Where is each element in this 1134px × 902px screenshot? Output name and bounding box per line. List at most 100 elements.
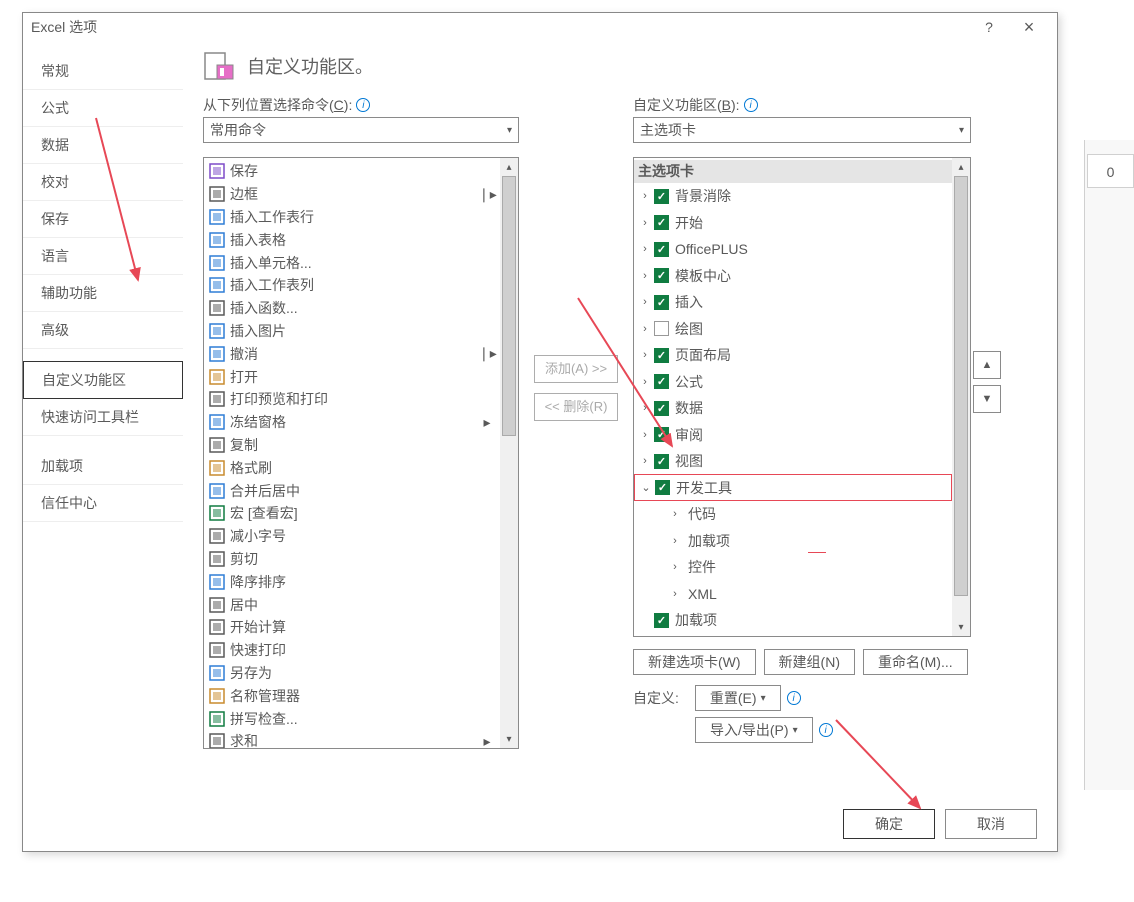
add-button[interactable]: 添加(A) >> <box>534 355 618 383</box>
info-icon[interactable]: i <box>819 723 833 737</box>
checkbox[interactable] <box>654 268 669 283</box>
command-item[interactable]: 打印预览和打印 <box>204 388 500 411</box>
command-item[interactable]: 求和▸ <box>204 730 500 748</box>
expand-toggle[interactable]: › <box>638 402 652 414</box>
expand-toggle[interactable]: ⌄ <box>639 481 653 494</box>
cancel-button[interactable]: 取消 <box>945 809 1037 839</box>
expand-toggle[interactable]: › <box>638 217 652 229</box>
command-item[interactable]: 插入表格 <box>204 228 500 251</box>
command-item[interactable]: 打开 <box>204 365 500 388</box>
tree-node[interactable]: ›审阅 <box>634 421 952 448</box>
expand-toggle[interactable]: › <box>638 429 652 441</box>
checkbox[interactable] <box>654 454 669 469</box>
help-button[interactable]: ? <box>969 15 1009 39</box>
command-item[interactable]: 开始计算 <box>204 616 500 639</box>
command-item[interactable]: 冻结窗格▸ <box>204 411 500 434</box>
tree-node[interactable]: ⌄开发工具 <box>634 474 952 501</box>
ribbon-treeview[interactable]: 主选项卡›背景消除›开始›OfficePLUS›模板中心›插入›绘图›页面布局›… <box>633 157 971 637</box>
command-item[interactable]: 插入函数... <box>204 297 500 320</box>
move-up-button[interactable]: ▲ <box>973 351 1001 379</box>
checkbox[interactable] <box>654 374 669 389</box>
tree-node[interactable]: ›开始 <box>634 209 952 236</box>
new-group-button[interactable]: 新建组(N) <box>764 649 855 675</box>
checkbox[interactable] <box>654 215 669 230</box>
command-item[interactable]: 边框❘▸ <box>204 183 500 206</box>
command-item[interactable]: 拼写检查... <box>204 707 500 730</box>
sidebar-item-0[interactable]: 常规 <box>23 53 183 90</box>
command-item[interactable]: 快速打印 <box>204 639 500 662</box>
tree-node[interactable]: ›模板中心 <box>634 262 952 289</box>
expand-toggle[interactable]: › <box>638 190 652 202</box>
sidebar-item-1[interactable]: 公式 <box>23 90 183 127</box>
checkbox[interactable] <box>654 613 669 628</box>
command-item[interactable]: 合并后居中 <box>204 479 500 502</box>
checkbox[interactable] <box>654 401 669 416</box>
command-item[interactable]: 宏 [查看宏] <box>204 502 500 525</box>
tree-node[interactable]: ›PDF工具箱 <box>634 633 952 636</box>
checkbox[interactable] <box>654 348 669 363</box>
expand-toggle[interactable]: › <box>668 508 682 520</box>
command-item[interactable]: 居中 <box>204 593 500 616</box>
command-item[interactable]: 插入单元格... <box>204 251 500 274</box>
scrollbar[interactable]: ▴ ▾ <box>500 158 518 748</box>
expand-toggle[interactable]: › <box>638 243 652 255</box>
info-icon[interactable]: i <box>787 691 801 705</box>
submenu-icon[interactable]: ▸ <box>478 414 496 431</box>
tree-node[interactable]: ›OfficePLUS <box>634 236 952 263</box>
reset-button[interactable]: 重置(E)▾ <box>695 685 781 711</box>
commands-listbox[interactable]: 保存边框❘▸插入工作表行插入表格插入单元格...插入工作表列插入函数...插入图… <box>203 157 519 749</box>
new-tab-button[interactable]: 新建选项卡(W) <box>633 649 756 675</box>
expand-toggle[interactable]: › <box>668 535 682 547</box>
remove-button[interactable]: << 删除(R) <box>534 393 618 421</box>
expand-icon[interactable]: ❘▸ <box>478 345 496 362</box>
import-export-button[interactable]: 导入/导出(P)▾ <box>695 717 813 743</box>
checkbox[interactable] <box>655 480 670 495</box>
tree-node[interactable]: ›页面布局 <box>634 342 952 369</box>
tree-node[interactable]: ›公式 <box>634 368 952 395</box>
sidebar-item-2[interactable]: 数据 <box>23 127 183 164</box>
expand-toggle[interactable]: › <box>668 588 682 600</box>
command-item[interactable]: 插入工作表列 <box>204 274 500 297</box>
choose-commands-combo[interactable]: 常用命令▾ <box>203 117 519 143</box>
checkbox[interactable] <box>654 242 669 257</box>
sidebar-item-6[interactable]: 辅助功能 <box>23 275 183 312</box>
command-item[interactable]: 撤消❘▸ <box>204 342 500 365</box>
command-item[interactable]: 名称管理器 <box>204 684 500 707</box>
sidebar-item-3[interactable]: 校对 <box>23 164 183 201</box>
ok-button[interactable]: 确定 <box>843 809 935 839</box>
expand-toggle[interactable]: › <box>638 349 652 361</box>
sidebar-item-11[interactable]: 信任中心 <box>23 485 183 522</box>
tree-node[interactable]: ›插入 <box>634 289 952 316</box>
tree-node[interactable]: ›代码 <box>634 501 952 528</box>
command-item[interactable]: 插入图片 <box>204 320 500 343</box>
rename-button[interactable]: 重命名(M)... <box>863 649 968 675</box>
checkbox[interactable] <box>654 321 669 336</box>
checkbox[interactable] <box>654 189 669 204</box>
tree-node[interactable]: ›绘图 <box>634 315 952 342</box>
command-item[interactable]: 减小字号 <box>204 525 500 548</box>
sidebar-item-8[interactable]: 自定义功能区 <box>23 361 183 399</box>
expand-toggle[interactable]: › <box>638 323 652 335</box>
expand-toggle[interactable]: › <box>638 296 652 308</box>
command-item[interactable]: 复制 <box>204 434 500 457</box>
tree-node[interactable]: ›加载项 <box>634 527 952 554</box>
command-item[interactable]: 格式刷 <box>204 456 500 479</box>
command-item[interactable]: 降序排序 <box>204 570 500 593</box>
submenu-icon[interactable]: ▸ <box>478 733 496 748</box>
info-icon[interactable]: i <box>744 98 758 112</box>
sidebar-item-5[interactable]: 语言 <box>23 238 183 275</box>
command-item[interactable]: 保存 <box>204 160 500 183</box>
checkbox[interactable] <box>654 295 669 310</box>
tree-node[interactable]: ›背景消除 <box>634 183 952 210</box>
move-down-button[interactable]: ▼ <box>973 385 1001 413</box>
close-button[interactable]: × <box>1009 15 1049 39</box>
command-item[interactable]: 插入工作表行 <box>204 206 500 229</box>
expand-toggle[interactable]: › <box>668 561 682 573</box>
tree-node[interactable]: ›XML <box>634 580 952 607</box>
tree-node[interactable]: ›视图 <box>634 448 952 475</box>
command-item[interactable]: 剪切 <box>204 548 500 571</box>
command-item[interactable]: 另存为 <box>204 662 500 685</box>
tree-node[interactable]: ›控件 <box>634 554 952 581</box>
expand-toggle[interactable]: › <box>638 270 652 282</box>
tree-node[interactable]: 加载项 <box>634 607 952 634</box>
